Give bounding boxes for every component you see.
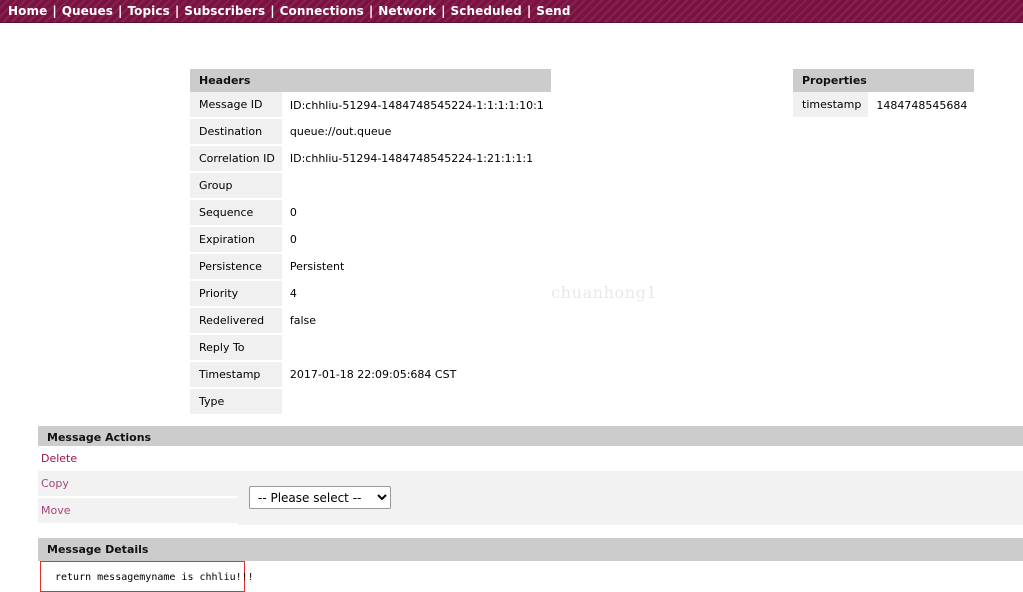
property-value-timestamp: 1484748545684 (868, 92, 975, 118)
nav-item-connections[interactable]: Connections (280, 4, 364, 18)
headers-table: Headers Message ID ID:chhliu-51294-14847… (190, 69, 551, 416)
nav-item-send[interactable]: Send (536, 4, 570, 18)
header-label-destination: Destination (190, 118, 282, 146)
headers-section-title: Headers (190, 69, 551, 92)
header-value-priority: 4 (281, 280, 551, 307)
header-value-correlation-id: ID:chhliu-51294-1484748545224-1:21:1:1:1 (281, 145, 551, 172)
header-label-correlation-id: Correlation ID (190, 145, 282, 173)
table-row: Expiration 0 (190, 226, 551, 254)
message-details-section-title: Message Details (38, 538, 1023, 561)
header-value-redelivered: false (281, 307, 551, 334)
action-cell-delete-right (238, 446, 1023, 471)
action-cell-move: Move (38, 498, 238, 525)
nav-separator: | (270, 4, 275, 18)
nav-separator: | (52, 4, 57, 18)
action-row-move: Move (38, 498, 1023, 525)
nav-separator: | (441, 4, 446, 18)
table-row: Group (190, 172, 551, 200)
action-row-copy: Copy (38, 471, 1023, 498)
table-row: timestamp 1484748545684 (793, 92, 975, 119)
header-label-sequence: Sequence (190, 199, 282, 227)
properties-section-title: Properties (793, 69, 975, 92)
header-value-group (281, 172, 551, 199)
destination-select-wrapper: -- Please select -- (249, 486, 391, 509)
action-row-delete: Delete (38, 446, 1023, 471)
table-row: Reply To (190, 334, 551, 362)
message-body-text: return messagemyname is chhliu!!! (55, 572, 254, 583)
header-value-persistence: Persistent (281, 253, 551, 280)
nav-item-network[interactable]: Network (378, 4, 436, 18)
property-label-timestamp: timestamp (793, 92, 869, 119)
header-label-group: Group (190, 172, 282, 200)
header-label-expiration: Expiration (190, 226, 282, 254)
header-value-expiration: 0 (281, 226, 551, 253)
nav-item-scheduled[interactable]: Scheduled (451, 4, 522, 18)
nav-item-topics[interactable]: Topics (127, 4, 169, 18)
nav-separator: | (368, 4, 374, 18)
nav-separator: | (526, 4, 532, 18)
table-row: Timestamp 2017-01-18 22:09:05:684 CST (190, 361, 551, 389)
delete-link[interactable]: Delete (41, 452, 77, 465)
header-label-redelivered: Redelivered (190, 307, 282, 335)
nav-separator: | (174, 4, 180, 18)
table-row: Destination queue://out.queue (190, 118, 551, 146)
top-navigation-bar: Home | Queues | Topics | Subscribers | C… (0, 0, 1023, 23)
properties-section-title-row: Properties (793, 69, 975, 92)
table-row: Priority 4 (190, 280, 551, 308)
action-cell-delete: Delete (38, 446, 238, 471)
nav-item-queues[interactable]: Queues (62, 4, 113, 18)
properties-table: Properties timestamp 1484748545684 (793, 69, 975, 119)
header-value-type (281, 388, 551, 415)
header-label-message-id: Message ID (190, 92, 282, 119)
header-value-message-id: ID:chhliu-51294-1484748545224-1:1:1:1:10… (281, 92, 551, 118)
table-row: Correlation ID ID:chhliu-51294-148474854… (190, 145, 551, 173)
table-row: Type (190, 388, 551, 416)
header-value-sequence: 0 (281, 199, 551, 226)
header-label-priority: Priority (190, 280, 282, 308)
table-row: Persistence Persistent (190, 253, 551, 281)
nav-item-subscribers[interactable]: Subscribers (184, 4, 265, 18)
header-label-reply-to: Reply To (190, 334, 282, 362)
table-row: Message ID ID:chhliu-51294-1484748545224… (190, 92, 551, 119)
move-link[interactable]: Move (41, 504, 71, 517)
copy-link[interactable]: Copy (41, 477, 69, 490)
nav-separator: | (118, 4, 123, 18)
header-value-reply-to (281, 334, 551, 361)
nav-item-home[interactable]: Home (8, 4, 47, 18)
header-value-destination: queue://out.queue (281, 118, 551, 145)
header-label-type: Type (190, 388, 282, 416)
headers-section-title-row: Headers (190, 69, 551, 92)
destination-select[interactable]: -- Please select -- (249, 486, 391, 509)
message-actions-body: Delete Copy Move (38, 446, 1023, 525)
action-cell-copy: Copy (38, 471, 238, 498)
header-value-timestamp: 2017-01-18 22:09:05:684 CST (281, 361, 551, 388)
table-row: Redelivered false (190, 307, 551, 335)
header-label-timestamp: Timestamp (190, 361, 282, 389)
header-label-persistence: Persistence (190, 253, 282, 281)
message-body-box: return messagemyname is chhliu!!! (40, 561, 254, 592)
table-row: Sequence 0 (190, 199, 551, 227)
